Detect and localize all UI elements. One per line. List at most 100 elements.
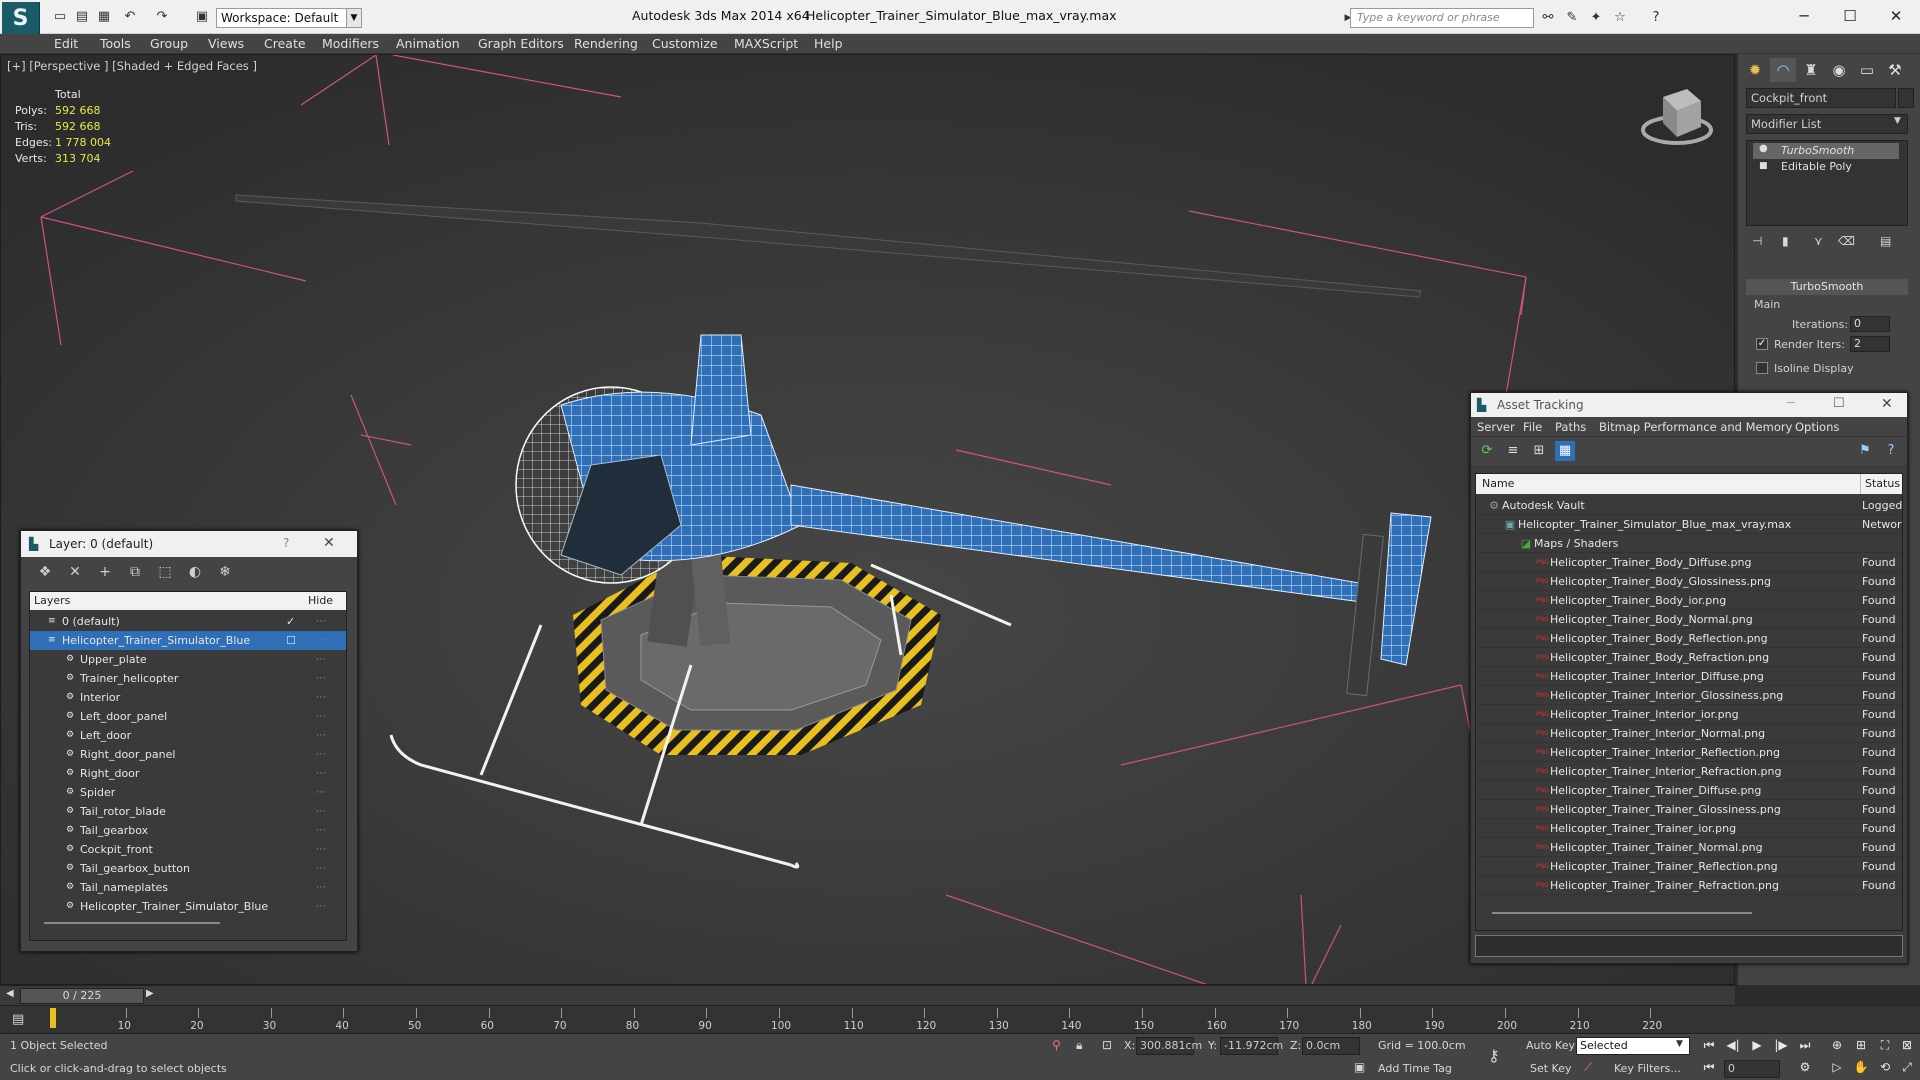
menu-maxscript[interactable]: MAXScript [734, 34, 798, 54]
highlight-layer-icon[interactable]: ⬚ [155, 563, 175, 581]
render-iters-spinner[interactable]: 2 [1850, 336, 1890, 352]
asset-menu-bitmap-performance[interactable]: Bitmap Performance and Memory [1599, 417, 1792, 437]
field-of-view-icon[interactable]: ▷ [1828, 1058, 1846, 1076]
asset-row[interactable]: PNG Helicopter_Trainer_Interior_Refractio… [1476, 762, 1902, 781]
asset-row-name[interactable]: Helicopter_Trainer_Interior_Glossiness.p… [1550, 686, 1783, 705]
modify-tab-icon[interactable]: ◠ [1770, 58, 1796, 82]
layer-row[interactable]: ⚙ Tail_nameplates ⋯ [30, 878, 346, 897]
iterations-spinner[interactable]: 0 [1850, 316, 1890, 332]
app-logo-icon[interactable]: S [2, 2, 40, 38]
time-slider[interactable]: ◀ 0 / 225 ▶ [0, 985, 1735, 1005]
asset-row[interactable]: PNG Helicopter_Trainer_Trainer_ior.png Fou… [1476, 819, 1902, 838]
help-icon[interactable]: ? [283, 536, 289, 550]
menu-help[interactable]: Help [814, 34, 843, 54]
configure-modifier-sets-icon[interactable]: ▤ [1880, 234, 1891, 248]
go-to-start-icon[interactable]: ⏮ [1700, 1036, 1718, 1054]
project-folder-icon[interactable]: ▣ [194, 9, 210, 25]
layer-row-name[interactable]: 0 (default) [62, 612, 120, 631]
orbit-icon[interactable]: ⟲ [1876, 1058, 1894, 1076]
set-key-button[interactable]: Set Key [1530, 1062, 1572, 1075]
asset-row[interactable]: PNG Helicopter_Trainer_Body_Normal.png Fou… [1476, 610, 1902, 629]
isoline-display-checkbox[interactable] [1756, 362, 1768, 374]
display-tab-icon[interactable]: ▭ [1854, 58, 1880, 82]
asset-row-name[interactable]: Helicopter_Trainer_Trainer_ior.png [1550, 819, 1736, 838]
active-layer-check-icon[interactable]: ✓ [286, 612, 295, 631]
layer-row-name[interactable]: Helicopter_Trainer_Simulator_Blue [62, 631, 250, 650]
layer-row-name[interactable]: Tail_rotor_blade [80, 802, 166, 821]
layer-row[interactable]: ⚙ Tail_gearbox_button ⋯ [30, 859, 346, 878]
hide-toggle-icon[interactable]: ⋯ [316, 859, 326, 878]
menu-create[interactable]: Create [264, 34, 306, 54]
layer-row[interactable]: ⚙ Left_door ⋯ [30, 726, 346, 745]
hide-toggle-icon[interactable]: ⋯ [316, 764, 326, 783]
motion-tab-icon[interactable]: ◉ [1826, 58, 1852, 82]
stack-item-turbosmooth[interactable]: TurboSmooth [1753, 143, 1899, 159]
hide-toggle-icon[interactable]: ⋯ [316, 897, 326, 916]
communication-icon[interactable]: ✦ [1588, 10, 1604, 26]
time-tag-icon[interactable]: ▣ [1354, 1060, 1365, 1074]
stack-item-editable-poly[interactable]: Editable Poly [1753, 159, 1899, 175]
z-coordinate-field[interactable]: 0.0cm [1302, 1037, 1360, 1055]
minimize-icon[interactable]: ─ [1784, 4, 1824, 28]
hide-toggle-icon[interactable]: ⋯ [316, 840, 326, 859]
expand-icon[interactable]: ■ [1759, 161, 1768, 171]
hide-toggle-icon[interactable]: ⋯ [316, 878, 326, 897]
turbosmooth-rollout-header[interactable]: TurboSmooth [1746, 279, 1908, 295]
track-bar[interactable]: ▤ 10 20 30 40 50 60 70 80 90 100 110 120 130 140 150 16… [0, 1005, 1920, 1033]
workspace-dropdown[interactable]: Workspace: Default [216, 8, 362, 28]
help-icon[interactable]: ? [1881, 441, 1901, 461]
asset-row[interactable]: PNG Helicopter_Trainer_Body_Reflection.pn… [1476, 629, 1902, 648]
asset-row-name[interactable]: Helicopter_Trainer_Interior_Reflection.p… [1550, 743, 1780, 762]
favorites-star-icon[interactable]: ☆ [1612, 10, 1628, 26]
layer-row[interactable]: ⚙ Trainer_helicopter ⋯ [30, 669, 346, 688]
asset-row[interactable]: PNG Helicopter_Trainer_Interior_ior.png Fo… [1476, 705, 1902, 724]
hide-toggle-icon[interactable]: ⋯ [316, 631, 326, 650]
layer-row-name[interactable]: Left_door [80, 726, 131, 745]
maximize-icon[interactable]: ☐ [1830, 4, 1870, 28]
layer-row[interactable]: ⚙ Cockpit_front ⋯ [30, 840, 346, 859]
previous-frame-icon[interactable]: ◀| [1724, 1036, 1742, 1054]
binoculars-icon[interactable]: ⚯ [1540, 10, 1556, 26]
menu-tools[interactable]: Tools [100, 34, 131, 54]
table-view-icon[interactable]: ▦ [1555, 441, 1575, 461]
delete-layer-icon[interactable]: ✕ [65, 563, 85, 581]
absolute-mode-icon[interactable]: ⊡ [1102, 1038, 1112, 1052]
remove-modifier-icon[interactable]: ⌫ [1838, 234, 1855, 248]
hide-toggle-icon[interactable]: ⋯ [316, 612, 326, 631]
layer-row-name[interactable]: Helicopter_Trainer_Simulator_Blue [80, 897, 268, 916]
zoom-extents-all-icon[interactable]: ⊠ [1898, 1036, 1916, 1054]
column-name[interactable]: Name [1482, 474, 1514, 494]
asset-row[interactable]: ⚙ Autodesk Vault Logged [1476, 496, 1902, 515]
render-iters-checkbox[interactable]: ✓ [1756, 338, 1768, 350]
hide-toggle-icon[interactable]: ⋯ [316, 726, 326, 745]
lightbulb-icon[interactable]: ● [1759, 143, 1768, 154]
pin-stack-icon[interactable]: ⊣ [1752, 234, 1762, 248]
pan-icon[interactable]: ✋ [1852, 1058, 1870, 1076]
asset-row[interactable]: PNG Helicopter_Trainer_Trainer_Diffuse.pn… [1476, 781, 1902, 800]
asset-row-name[interactable]: Helicopter_Trainer_Body_Glossiness.png [1550, 572, 1771, 591]
isolate-selection-icon[interactable]: ⚲ [1052, 1038, 1061, 1052]
utilities-tab-icon[interactable]: ⚒ [1882, 58, 1908, 82]
hierarchy-tab-icon[interactable]: ♜ [1798, 58, 1824, 82]
asset-row[interactable]: PNG Helicopter_Trainer_Body_Diffuse.png Fo… [1476, 553, 1902, 572]
layer-row-name[interactable]: Trainer_helicopter [80, 669, 178, 688]
asset-row-name[interactable]: Helicopter_Trainer_Interior_Normal.png [1550, 724, 1765, 743]
layer-window-title[interactable]: Layer: 0 (default) [21, 531, 357, 557]
new-file-icon[interactable]: ▭ [52, 9, 68, 25]
chevron-left-icon[interactable]: ◀ [6, 988, 14, 999]
create-layer-icon[interactable]: ❖ [35, 563, 55, 581]
asset-row-name[interactable]: Maps / Shaders [1534, 534, 1618, 553]
chevron-down-icon[interactable]: ▼ [1676, 1039, 1683, 1049]
asset-row[interactable]: PNG Helicopter_Trainer_Body_Glossiness.pn… [1476, 572, 1902, 591]
time-configuration-icon[interactable]: ⚙ [1796, 1058, 1814, 1076]
hide-toggle-icon[interactable]: ⋯ [316, 688, 326, 707]
layer-row[interactable]: ≡ Helicopter_Trainer_Simulator_Blue ⋯ ☐ [30, 631, 346, 650]
horizontal-scrollbar[interactable] [1492, 912, 1752, 914]
layer-row-name[interactable]: Upper_plate [80, 650, 147, 669]
asset-row-name[interactable]: Helicopter_Trainer_Simulator_Blue_max_vr… [1518, 515, 1791, 534]
layer-row-name[interactable]: Right_door_panel [80, 745, 175, 764]
asset-row[interactable]: PNG Helicopter_Trainer_Interior_Reflectio… [1476, 743, 1902, 762]
zoom-icon[interactable]: ⊕ [1828, 1036, 1846, 1054]
next-frame-icon[interactable]: |▶ [1772, 1036, 1790, 1054]
column-hide[interactable]: Hide [308, 592, 333, 610]
